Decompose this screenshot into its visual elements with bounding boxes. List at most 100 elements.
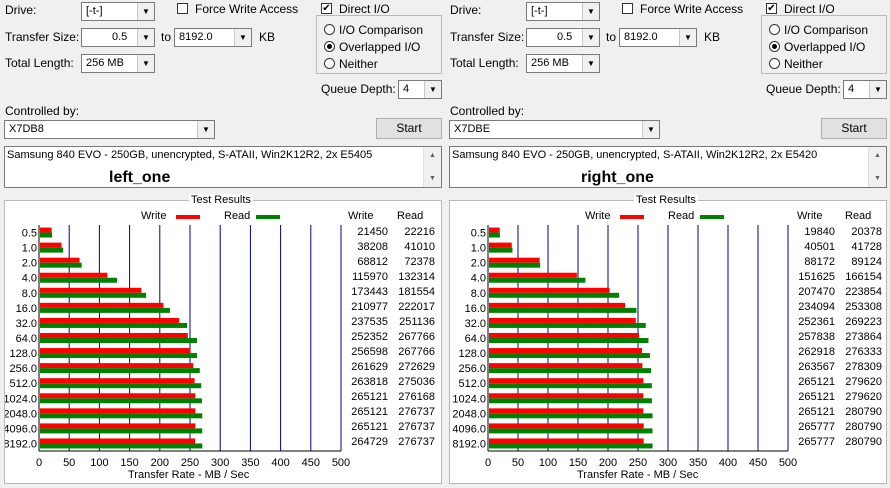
read-value: 166154: [845, 270, 882, 283]
neither-radio[interactable]: [769, 58, 780, 69]
read-value: 267766: [398, 331, 435, 343]
x-tick-label: 250: [181, 457, 199, 469]
neither-radio[interactable]: [324, 58, 335, 69]
overlapped-io-radio[interactable]: [769, 41, 780, 52]
chevron-down-icon: ▼: [642, 121, 659, 138]
queue-depth-select[interactable]: 4 ▼: [843, 80, 887, 99]
controller-select[interactable]: X7DBE ▼: [449, 120, 660, 139]
chevron-down-icon: ▼: [869, 81, 886, 98]
direct-io-checkbox[interactable]: ✔: [321, 3, 332, 14]
bar-write: [489, 408, 644, 414]
bar-read: [40, 277, 118, 283]
chevron-down-icon: ▼: [582, 3, 599, 20]
bar-read: [489, 368, 652, 374]
write-value: 257838: [798, 331, 835, 343]
drive-select[interactable]: [-t-] ▼: [526, 2, 600, 21]
description-scrollbar[interactable]: ▲ ▼: [868, 147, 886, 187]
bar-write: [489, 242, 512, 248]
y-category-label: 64.0: [465, 333, 486, 345]
bar-read: [40, 307, 170, 313]
total-length-label: Total Length:: [5, 56, 74, 70]
read-value: 222017: [398, 300, 435, 313]
force-write-checkbox[interactable]: [177, 3, 188, 14]
scroll-up-icon[interactable]: ▲: [869, 147, 886, 164]
chevron-down-icon: ▼: [234, 29, 251, 46]
x-tick-label: 400: [719, 457, 737, 469]
bar-write: [40, 333, 188, 338]
y-category-label: 1024.0: [5, 393, 37, 405]
write-value: 151625: [798, 270, 835, 283]
bar-read: [40, 368, 200, 374]
write-value: 237535: [351, 315, 388, 328]
description-scrollbar[interactable]: ▲ ▼: [423, 147, 441, 187]
y-category-label: 512.0: [458, 378, 486, 390]
chevron-down-icon: ▼: [137, 3, 154, 20]
force-write-label: Force Write Access: [195, 2, 299, 16]
write-value: 265777: [798, 436, 835, 449]
y-category-label: 512.0: [9, 378, 37, 390]
total-length-value: 256 MB: [531, 57, 569, 69]
description-box[interactable]: Samsung 840 EVO - 250GB, unencrypted, S-…: [449, 146, 887, 188]
bar-write: [489, 302, 626, 308]
read-value: 267766: [398, 346, 435, 359]
scroll-down-icon[interactable]: ▼: [869, 170, 886, 187]
overlapped-io-radio[interactable]: [324, 41, 335, 52]
bar-write: [40, 272, 108, 278]
overlapped-io-label: Overlapped I/O: [339, 40, 421, 54]
total-length-select[interactable]: 256 MB ▼: [81, 54, 155, 73]
transfer-from-value: 0.5: [557, 31, 573, 43]
force-write-checkbox[interactable]: [622, 3, 633, 14]
bar-write: [40, 438, 196, 444]
bar-write: [489, 317, 636, 323]
transfer-from-select[interactable]: 0.5 ▼: [526, 28, 600, 47]
kb-label: KB: [259, 30, 276, 44]
y-category-label: 4.0: [471, 273, 486, 285]
y-category-label: 128.0: [458, 348, 486, 360]
controller-select[interactable]: X7DB8 ▼: [4, 120, 215, 139]
bar-read: [40, 443, 203, 449]
read-value: 276333: [845, 346, 882, 359]
y-category-label: 4096.0: [5, 423, 37, 435]
x-tick-label: 200: [599, 457, 617, 469]
chevron-down-icon: ▼: [582, 29, 599, 46]
io-comparison-radio[interactable]: [769, 24, 780, 35]
transfer-to-select[interactable]: 8192.0 ▼: [619, 28, 697, 47]
start-button[interactable]: Start: [821, 118, 887, 139]
drive-select[interactable]: [-t-] ▼: [81, 2, 155, 21]
y-category-label: 8192.0: [452, 438, 486, 450]
bar-write: [40, 363, 194, 369]
io-comparison-radio[interactable]: [324, 24, 335, 35]
chevron-down-icon: ▼: [137, 29, 154, 46]
total-length-label: Total Length:: [450, 56, 519, 70]
queue-depth-select[interactable]: 4 ▼: [398, 80, 442, 99]
y-category-label: 128.0: [9, 348, 37, 360]
scroll-up-icon[interactable]: ▲: [424, 147, 441, 164]
y-category-label: 0.5: [471, 228, 486, 240]
chevron-down-icon: ▼: [679, 29, 696, 46]
scroll-down-icon[interactable]: ▼: [424, 170, 441, 187]
read-value: 41728: [851, 240, 882, 253]
total-length-select[interactable]: 256 MB ▼: [526, 54, 600, 73]
read-value: 279620: [845, 376, 882, 389]
start-button[interactable]: Start: [376, 118, 442, 139]
bar-write: [489, 333, 640, 338]
write-value: 261629: [351, 361, 388, 374]
description-box[interactable]: Samsung 840 EVO - 250GB, unencrypted, S-…: [4, 146, 442, 188]
read-value: 273864: [845, 331, 882, 343]
read-value: 280790: [845, 406, 882, 419]
transfer-to-value: 8192.0: [179, 31, 213, 43]
transfer-from-select[interactable]: 0.5 ▼: [81, 28, 155, 47]
bar-write: [489, 423, 644, 429]
y-category-label: 256.0: [9, 363, 37, 375]
x-tick-label: 100: [539, 457, 557, 469]
read-value: 181554: [398, 285, 435, 298]
bar-write: [40, 242, 62, 248]
write-value: 265121: [798, 391, 835, 404]
transfer-to-select[interactable]: 8192.0 ▼: [174, 28, 252, 47]
x-tick-label: 200: [151, 457, 169, 469]
bar-write: [489, 257, 540, 263]
read-value: 20378: [851, 225, 882, 238]
write-value: 234094: [798, 300, 835, 313]
y-category-label: 1.0: [22, 243, 37, 255]
direct-io-checkbox[interactable]: ✔: [766, 3, 777, 14]
